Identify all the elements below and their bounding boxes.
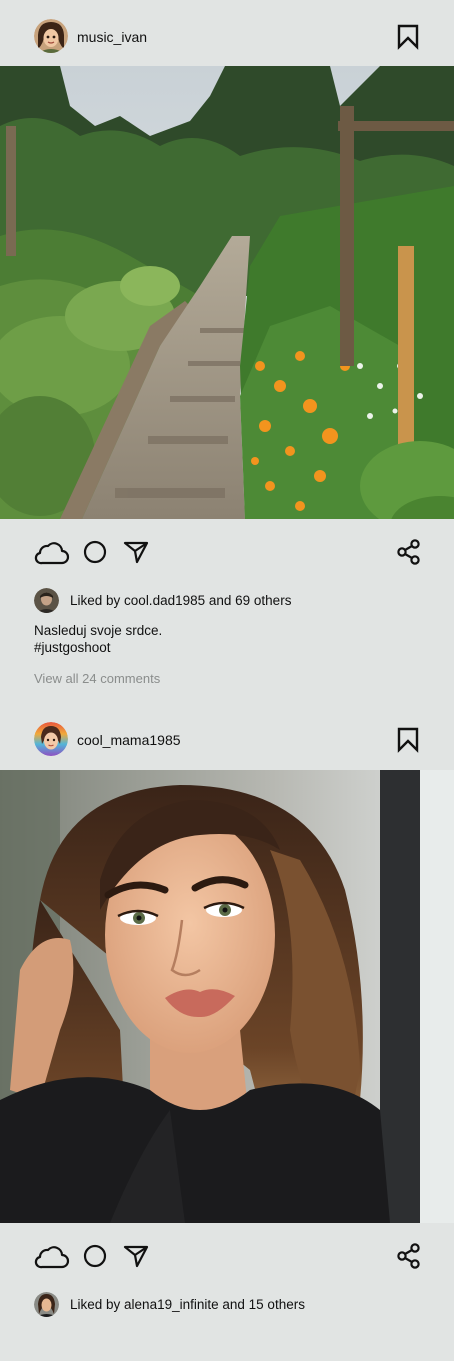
likes-row: Liked by cool.dad1985 and 69 others bbox=[0, 588, 454, 614]
circle-icon[interactable] bbox=[83, 1244, 107, 1273]
bookmark-icon[interactable] bbox=[396, 727, 420, 753]
avatar[interactable] bbox=[34, 19, 68, 53]
username[interactable]: cool_mama1985 bbox=[77, 732, 181, 748]
send-arrow-icon[interactable] bbox=[123, 540, 149, 569]
likes-prefix: Liked by bbox=[70, 593, 125, 608]
avatar[interactable] bbox=[34, 1292, 59, 1317]
post-actions bbox=[0, 535, 454, 569]
post-header: cool_mama1985 bbox=[0, 718, 454, 762]
likes-prefix: Liked by bbox=[70, 1297, 125, 1312]
caption-hashtag[interactable]: #justgoshoot bbox=[34, 639, 414, 656]
likes-row: Liked by alena19_infinite and 15 others bbox=[0, 1292, 454, 1318]
caption-text: Nasleduj svoje srdce. bbox=[34, 623, 163, 638]
view-comments-link[interactable]: View all 24 comments bbox=[34, 671, 160, 686]
likes-suffix[interactable]: and 15 others bbox=[219, 1297, 305, 1312]
share-network-icon[interactable] bbox=[396, 1243, 422, 1274]
likes-text: Liked by alena19_infinite and 15 others bbox=[70, 1297, 305, 1312]
post-actions bbox=[0, 1239, 454, 1273]
bookmark-icon[interactable] bbox=[396, 24, 420, 50]
likes-text: Liked by cool.dad1985 and 69 others bbox=[70, 593, 291, 608]
post-image-garden[interactable] bbox=[0, 66, 454, 519]
post-caption: Nasleduj svoje srdce. #justgoshoot bbox=[34, 622, 414, 656]
cloud-icon[interactable] bbox=[34, 1243, 70, 1274]
username[interactable]: music_ivan bbox=[77, 29, 147, 45]
feed: music_ivan Liked by cool.dad1985 and 69 … bbox=[0, 0, 454, 1361]
liked-by-user[interactable]: cool.dad1985 bbox=[124, 593, 205, 608]
cloud-icon[interactable] bbox=[34, 539, 70, 570]
share-network-icon[interactable] bbox=[396, 539, 422, 570]
circle-icon[interactable] bbox=[83, 540, 107, 569]
avatar[interactable] bbox=[34, 588, 59, 613]
send-arrow-icon[interactable] bbox=[123, 1244, 149, 1273]
post-header: music_ivan bbox=[0, 15, 454, 59]
avatar[interactable] bbox=[34, 722, 68, 756]
post-image-portrait[interactable] bbox=[0, 770, 454, 1223]
liked-by-user[interactable]: alena19_infinite bbox=[124, 1297, 219, 1312]
likes-suffix[interactable]: and 69 others bbox=[205, 593, 292, 608]
